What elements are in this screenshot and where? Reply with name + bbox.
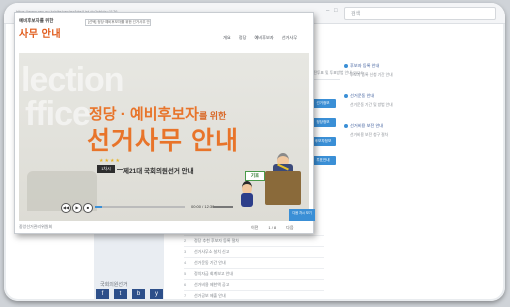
list-item-text: 선거비용 제한액 공고 [194, 282, 230, 287]
next-lesson-button[interactable]: 다음 차시 보기 [289, 209, 315, 221]
time-display: 00:00 / 12:30 [191, 204, 215, 209]
right-panel-title: 후보자 등록 안내 [350, 63, 380, 68]
background-word-2: ffice [25, 95, 91, 133]
popup-top-nav: 개요 정당 예비후보자 선거사무 [223, 35, 297, 41]
right-panel: 후보자 등록 안내 후보자 등록 신청 기간 안내 선거운동 안내 선거운동 기… [344, 63, 494, 153]
nav-item-candidate[interactable]: 예비후보자 [254, 35, 273, 41]
play-icon[interactable]: ▶ [72, 203, 82, 213]
progress-bar[interactable] [95, 206, 185, 208]
list-item[interactable]: 5 정치자금 회계보고 안내 [184, 269, 324, 280]
lesson-pagination: 이전 1 / 8 다음 [251, 225, 294, 231]
popup-footer: 중앙선거관리위원회 [19, 224, 53, 229]
volume-slider[interactable] [213, 206, 233, 208]
list-item-text: 정당 추천 후보자 등록 절차 [194, 238, 239, 243]
headline-suffix: 를 위한 [198, 111, 227, 121]
right-panel-sub: 선거운동 기간 및 방법 안내 [350, 103, 393, 107]
list-item-text: 선거사무소 설치 신고 [194, 249, 230, 254]
blog-icon[interactable]: b [132, 289, 145, 299]
list-item[interactable]: 4 선거운동 기간 안내 [184, 258, 324, 269]
prev-button[interactable]: 이전 [251, 225, 258, 231]
list-item-number: 2 [184, 238, 187, 243]
search-placeholder: 검색 [351, 11, 361, 17]
twitter-icon[interactable]: t [114, 289, 127, 299]
list-item-text: 선거공보 제출 안내 [194, 293, 226, 298]
rewind-icon[interactable]: ◀◀ [61, 203, 71, 213]
list-item-text: 정치자금 회계보고 안내 [194, 271, 234, 276]
right-panel-sub: 후보자 등록 신청 기간 안내 [350, 73, 393, 77]
next-button[interactable]: 다음 [286, 225, 293, 231]
star-rating: ★★★★ [99, 158, 121, 164]
video-controls: ◀◀ ▶ ■ 00:00 / 12:30 [59, 201, 239, 213]
right-panel-item[interactable]: 선거비용 보전 안내 선거비용 보전 청구 절차 [344, 123, 494, 138]
right-panel-item[interactable]: 선거운동 안내 선거운동 기간 및 방법 안내 [344, 93, 494, 108]
bullet-icon [344, 64, 348, 68]
right-panel-item[interactable]: 후보자 등록 안내 후보자 등록 신청 기간 안내 [344, 63, 494, 78]
nav-item-overview[interactable]: 개요 [223, 35, 231, 41]
stop-icon[interactable]: ■ [83, 203, 93, 213]
video-player[interactable]: lection ffice 정당 · 예비후보자를 위한 선거사무 안내 ★★★… [19, 53, 309, 221]
list-item-number: 6 [184, 282, 187, 287]
nav-item-party[interactable]: 정당 [239, 35, 247, 41]
list-item-number: 5 [184, 271, 187, 276]
list-item[interactable]: 3 선거사무소 설치 신고 [184, 247, 324, 258]
candidate-sign: 기호 [245, 171, 265, 181]
list-item-number: 3 [184, 249, 187, 254]
list-item-number: 7 [184, 293, 187, 298]
maximize-icon[interactable]: □ [334, 8, 340, 14]
logo-title: 사무 안내 [19, 29, 62, 40]
browser-window: https://www.nec.go.kr/site/nec/ex/bbs/Li… [4, 3, 505, 301]
course-select[interactable]: [선택] 정당·예비후보자를 위한 선거사무 안내 [85, 19, 151, 26]
progress-fill [95, 206, 103, 208]
candidate-body-illustration [241, 193, 253, 207]
popup-window: 예비후보자를 위한 사무 안내 [선택] 정당·예비후보자를 위한 선거사무 안… [14, 12, 315, 234]
list-item-number: 4 [184, 260, 187, 265]
bullet-icon [344, 124, 348, 128]
list-item[interactable]: 6 선거비용 제한액 공고 [184, 280, 324, 291]
right-panel-title: 선거비용 보전 안내 [350, 123, 384, 128]
minimize-icon[interactable]: – [326, 8, 332, 14]
nav-item-office[interactable]: 선거사무 [282, 35, 297, 41]
logo-subtitle: 예비후보자를 위한 [19, 18, 54, 23]
video-subtitle: 제21대 국회의원선거 안내 [123, 168, 194, 175]
social-links: f t b y [96, 289, 163, 299]
list-item[interactable]: 7 선거공보 제출 안내 [184, 291, 324, 301]
youtube-icon[interactable]: y [150, 289, 163, 299]
divider [310, 79, 340, 80]
bullet-icon [344, 94, 348, 98]
list-item[interactable]: 2 정당 추천 후보자 등록 절차 [184, 236, 324, 247]
sidebar-heading: 국회의원선거 [100, 282, 128, 288]
video-headline-2: 선거사무 안내 [87, 127, 239, 155]
page-indicator: 1 / 8 [268, 225, 277, 230]
right-panel-title: 선거운동 안내 [350, 93, 375, 98]
document-list: 1예비후보자 등록 신청 방법 안내 2정당 추천 후보자 등록 절차 3선거사… [184, 225, 324, 301]
right-panel-sub: 선거비용 보전 청구 절차 [350, 133, 389, 137]
podium-illustration [265, 171, 301, 205]
lesson-badge: 1차시 [97, 165, 115, 173]
browser-search-box[interactable]: 검색 [344, 7, 496, 20]
facebook-icon[interactable]: f [96, 289, 109, 299]
list-item-text: 선거운동 기간 안내 [194, 260, 226, 265]
